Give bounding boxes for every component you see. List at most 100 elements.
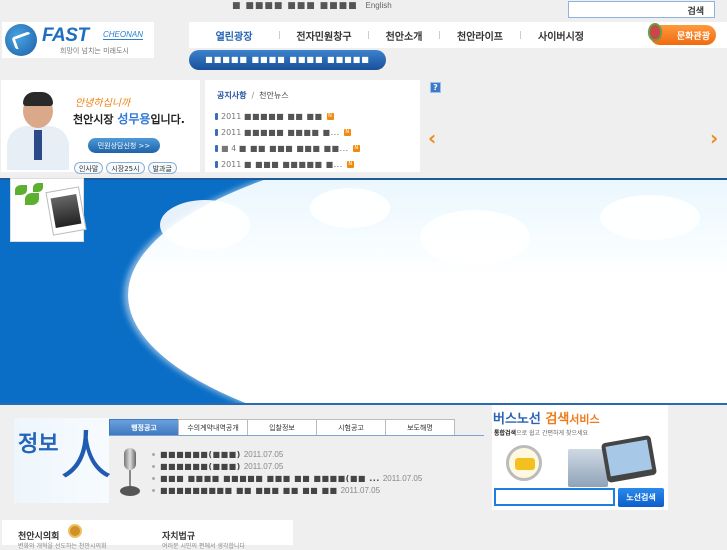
mayor-greeting-panel: 안녕하십니까 천안시장 성무용입니다. 민원상담신청 >> 인사말 시장25시 … [1,80,200,174]
tab-exams[interactable]: 시험공고 [316,419,386,435]
list-item[interactable]: 2011 ■■■■■ ■■ ■■ N [215,108,360,124]
bus-title-orange: 검색 [545,412,570,427]
bus-route-search-button[interactable]: 노선검색 [618,488,664,507]
logo-sub: CHEONAN [103,30,144,40]
nav-item-e-civil[interactable]: 전자민원창구 [280,28,368,43]
bullet-icon [215,160,218,168]
item-title[interactable]: ■ ■■■ ■■■■■ ■... [244,160,343,169]
culture-tour-button[interactable]: 문화관광 [648,23,716,45]
list-item[interactable]: ■■■■■■(■■■) 2011.07.05 [152,448,422,460]
mayor-links: 인사말 시장25시 발과글 [74,162,177,174]
writings-link[interactable]: 발과글 [147,162,177,174]
list-item[interactable]: ■■■ ■■■■ ■■■■■ ■■■ ■■ ■■■■(■■ ... 2011.07… [152,472,422,484]
nav-item-open-square[interactable]: 열린광장 [189,28,279,43]
mayor-25h-link[interactable]: 시장25시 [106,162,145,174]
nav-item-life[interactable]: 천안라이프 [440,28,520,43]
main-nav: 열린광장 전자민원창구 천안소개 천안라이프 사이버시정 [189,22,727,48]
mayor-hair [23,92,53,106]
bullet-icon [215,144,218,152]
bus-title-small: 서비스 [569,413,600,426]
nav-item-cyber[interactable]: 사이버시정 [521,28,601,43]
info-logo-char: 人 [60,427,113,487]
item-date: 2011.07.05 [243,449,284,459]
mayor-photo [5,90,71,170]
newspaper-icon [45,186,87,236]
mic-base [120,486,140,496]
submenu-bar[interactable]: ■■■■■ ■■■■ ■■■■ ■■■■■ [189,50,386,70]
list-item[interactable]: ■■■■■■(■■■) 2011.07.05 [152,460,422,472]
item-title[interactable]: ■■■■■■(■■■) [160,450,241,459]
site-search-input[interactable]: 검색 [568,1,715,18]
tab-press[interactable]: 보도해명 [385,419,455,435]
cloud [600,195,700,240]
next-arrow-icon[interactable]: › [710,126,718,150]
item-year: 2011 [221,159,242,169]
mayor-tie [34,130,42,160]
item-title[interactable]: ■■■■■ ■■ ■■ [244,112,323,121]
greeting-link[interactable]: 인사말 [74,162,104,174]
tab-contracts[interactable]: 수의계약내역공개 [178,419,248,435]
logo-brand: FAST [42,25,89,46]
main-banner [0,178,727,405]
item-year: 2011 [221,111,242,121]
top-utility-links[interactable]: ■ ■■■■ ■■■ ■■■■ English [232,1,392,11]
mayor-name: 성무용 [117,112,151,126]
search-button[interactable]: 검색 [687,4,704,17]
prev-arrow-icon[interactable]: ‹ [428,126,436,150]
item-title[interactable]: ■ ■■ ■■■ ■■■ ■■... [239,144,349,153]
list-item[interactable]: ■ 4 ■ ■■ ■■■ ■■■ ■■... N [215,140,360,156]
bullet-icon [152,452,155,456]
smartphone-map-icon [600,434,658,484]
item-year: ■ 4 [221,143,237,153]
help-icon[interactable]: ? [430,82,441,93]
balloon-icon [648,23,662,41]
bullet-icon [215,128,218,136]
notice-panel: 공지사항 / 천안뉴스 2011 ■■■■■ ■■ ■■ N 2011 ■■■■■ ■… [205,80,420,172]
item-title[interactable]: ■■■■■■(■■■) [160,462,241,471]
bus-route-input[interactable] [494,488,615,506]
tab-separator: / [251,91,255,100]
bullet-icon [152,464,155,468]
english-link[interactable]: English [366,1,392,10]
site-logo[interactable]: FAST CHEONAN 희망이 넘치는 미래도시 [2,22,154,58]
leaf-icon [25,193,39,205]
notice-tabs: 공지사항 / 천안뉴스 [217,90,289,101]
swallow-logo-icon [5,24,37,56]
tab-notice[interactable]: 공지사항 [217,91,246,100]
bullet-icon [152,488,155,492]
tab-news[interactable]: 천안뉴스 [259,91,288,100]
info-logo-text: 정보 [18,432,59,457]
bullet-icon [215,112,218,120]
item-title[interactable]: ■■■ ■■■■ ■■■■■ ■■■ ■■ ■■■■(■■ ... [160,474,380,483]
microphone-icon [118,448,142,498]
notice-list: 2011 ■■■■■ ■■ ■■ N 2011 ■■■■■ ■■■■ ■... N … [215,108,360,172]
item-title[interactable]: ■■■■■■■■■ ■■ ■■■ ■■ ■■ ■■ [160,486,338,495]
cloud [160,200,250,250]
nav-item-about[interactable]: 천안소개 [369,28,439,43]
item-date: 2011.07.05 [340,485,381,495]
bus-title: 버스노선 검색서비스 [493,408,600,427]
info-logo: 정보 人 [14,418,112,503]
civil-consult-button[interactable]: 민원상담신청 >> [88,138,160,153]
list-item[interactable]: ■■■■■■■■■ ■■ ■■■ ■■ ■■ ■■ 2011.07.05 [152,484,422,496]
tab-bids[interactable]: 입찰정보 [247,419,317,435]
info-tabs: 행정공고 수의계약내역공개 입찰정보 시험공고 보도해명 [109,419,484,436]
tab-admin-notice[interactable]: 행정공고 [109,419,179,435]
intro-suffix: 입니다. [150,113,185,126]
bus-subtitle: 통합검색으로 쉽고 간편하게 찾으세요 [494,428,588,437]
mayor-intro: 천안시장 성무용입니다. [73,110,185,127]
bus-title-blue: 버스노선 [493,412,546,427]
new-badge-icon: N [346,160,354,168]
new-badge-icon: N [326,112,334,120]
new-badge-icon: N [352,144,360,152]
greeting-text: 안녕하십니까 [75,98,131,109]
leaf-icon [33,183,43,192]
cloud [310,188,390,228]
law-sub: 여러분 시민의 편에서 생각합니다 [162,543,246,550]
photo-news-thumbnail[interactable] [10,178,87,242]
list-item[interactable]: 2011 ■ ■■■ ■■■■■ ■... N [215,156,360,172]
list-item[interactable]: 2011 ■■■■■ ■■■■ ■... N [215,124,360,140]
council-emblem-icon [68,524,82,538]
item-title[interactable]: ■■■■■ ■■■■ ■... [244,128,340,137]
utility-links[interactable]: ■ ■■■■ ■■■ ■■■■ [232,1,358,11]
